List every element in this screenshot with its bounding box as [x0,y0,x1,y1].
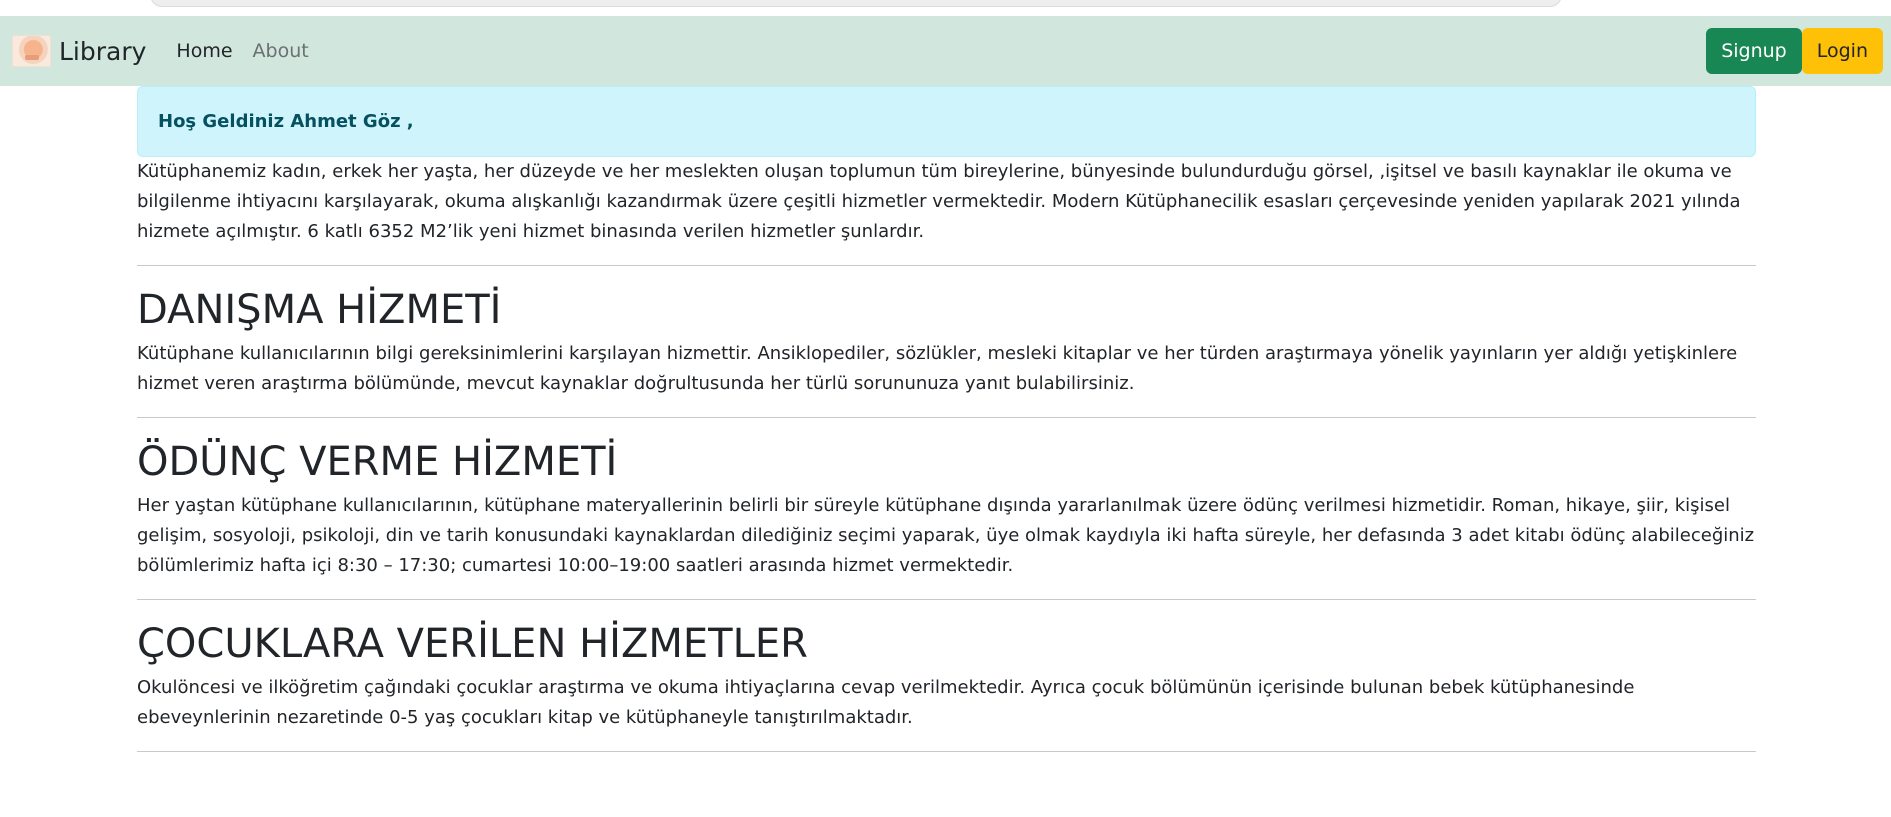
section-title-cocuk: ÇOCUKLARA VERİLEN HİZMETLER [137,621,808,667]
divider [137,417,1756,418]
nav-link-home[interactable]: Home [176,40,232,62]
browser-top-strip [0,0,1891,16]
section-title-danisma: DANIŞMA HİZMETİ [137,287,502,333]
welcome-alert: Hoş Geldiniz Ahmet Göz , [137,86,1756,157]
navbar: Library Home About Signup Login [0,16,1891,86]
brand-link[interactable]: Library [12,35,146,67]
intro-paragraph: Kütüphanemiz kadın, erkek her yaşta, her… [137,161,1741,242]
section-text-danisma: Kütüphane kullanıcılarının bilgi gereksi… [137,343,1738,394]
brand-name: Library [59,36,147,66]
divider [137,599,1756,600]
library-logo-icon [12,35,51,67]
auth-buttons: Signup Login [1706,28,1883,74]
signup-button[interactable]: Signup [1706,28,1802,74]
login-button[interactable]: Login [1801,28,1883,74]
section-title-odunc: ÖDÜNÇ VERME HİZMETİ [137,439,618,485]
nav-link-about[interactable]: About [253,40,309,62]
main-content: Hoş Geldiniz Ahmet Göz , Kütüphanemiz ka… [137,86,1756,752]
browser-address-bar-edge [150,0,1562,7]
section-text-odunc: Her yaştan kütüphane kullanıcılarının, k… [137,495,1755,576]
divider [137,265,1756,266]
divider [137,751,1756,752]
section-text-cocuk: Okulöncesi ve ilköğretim çağındaki çocuk… [137,677,1635,728]
welcome-text: Hoş Geldiniz Ahmet Göz , [158,111,414,132]
nav-links: Home About [176,40,308,62]
